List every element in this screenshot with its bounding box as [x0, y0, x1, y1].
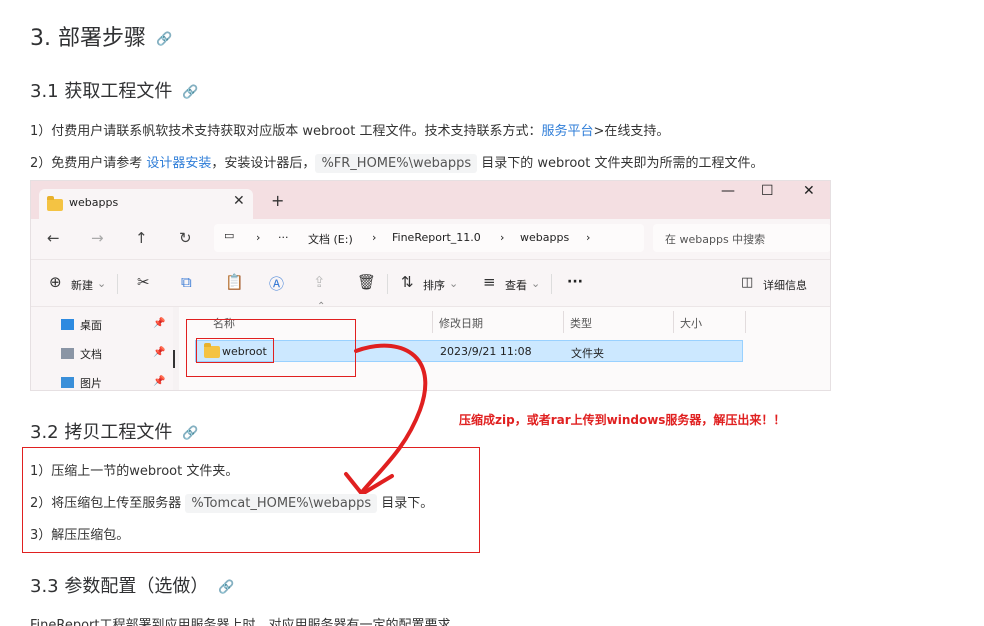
- subsection-title-3-3: 3.3 参数配置（选做） 🔗: [30, 576, 235, 597]
- annotation-arrow: [344, 343, 428, 496]
- inline-code-tomcat-home: %Tomcat_HOME%\webapps: [185, 494, 378, 513]
- paragraph-config-intro: FineReport工程部署到应用服务器上时，对应用服务器有一定的配置要求: [30, 618, 451, 626]
- step-compress: 1）压缩上一节的webroot 文件夹。: [30, 464, 239, 479]
- step-upload: 2）将压缩包上传至服务器 %Tomcat_HOME%\webapps 目录下。: [30, 494, 434, 513]
- anchor-link-icon[interactable]: 🔗: [182, 426, 198, 441]
- step-extract: 3）解压压缩包。: [30, 528, 130, 543]
- arrow-curve: [354, 343, 428, 494]
- annotation-note: 压缩成zip，或者rar上传到windows服务器，解压出来！！: [459, 413, 786, 427]
- anchor-link-icon[interactable]: 🔗: [218, 580, 234, 595]
- subsection-title-3-2: 3.2 拷贝工程文件 🔗: [30, 422, 199, 443]
